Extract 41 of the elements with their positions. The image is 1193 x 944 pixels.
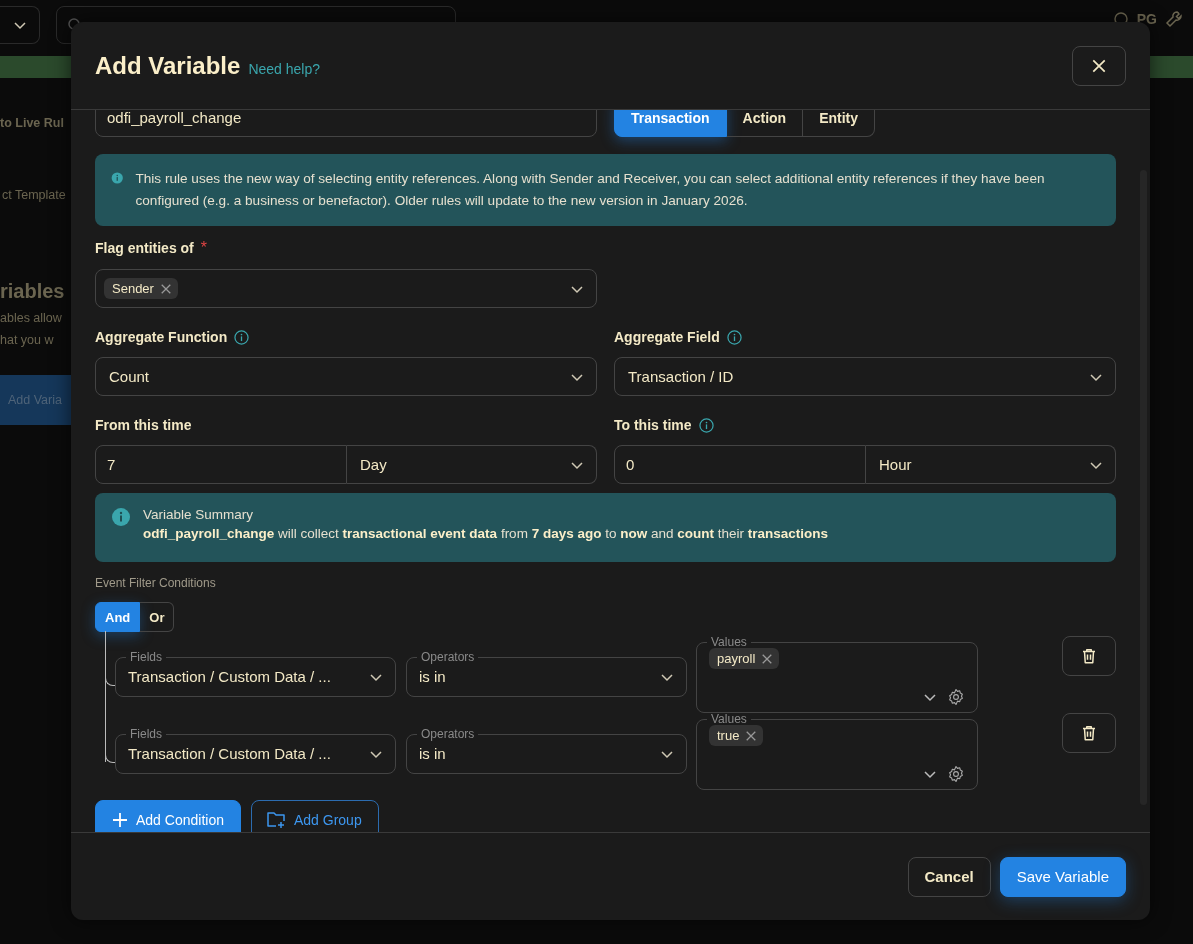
function-select[interactable]: Count: [95, 357, 597, 396]
values-field[interactable]: Values payroll: [696, 636, 978, 713]
field-select[interactable]: Transaction / ID: [614, 357, 1116, 396]
number-field[interactable]: 7: [95, 445, 347, 484]
save-button[interactable]: Save Variable: [999, 856, 1126, 897]
logic-toggle[interactable]: Or: [140, 602, 175, 632]
cancel-button[interactable]: Cancel: [907, 856, 991, 897]
unit-select[interactable]: Day: [347, 445, 597, 484]
fields-select[interactable]: Fields Transaction / Custom Data / ...: [115, 728, 396, 774]
description-text: ables allow: [0, 311, 63, 325]
field-label: From this time: [95, 417, 192, 433]
operator-select[interactable]: Operators is in: [406, 728, 687, 774]
type-tab[interactable]: Entity: [803, 110, 876, 137]
summary-title: Variable Summary: [143, 507, 255, 522]
add-group-button[interactable]: Add Group: [250, 800, 379, 832]
operator-select[interactable]: Operators is in: [406, 651, 687, 697]
required-mark: *: [200, 239, 208, 257]
section-label: Event Filter Conditions: [95, 576, 217, 590]
fields-select[interactable]: Fields Transaction / Custom Data / ...: [115, 651, 396, 697]
entity-chip[interactable]: Sender: [104, 278, 178, 299]
field-label: To this time: [614, 417, 692, 433]
add-condition-button[interactable]: Add Condition: [95, 800, 241, 832]
help-link[interactable]: Need help?: [248, 60, 320, 77]
values-field[interactable]: Values true: [696, 713, 978, 790]
logic-toggle[interactable]: And: [95, 602, 141, 632]
notice-text: This rule uses the new way of selecting entity references. Along with Sender and Receiver, you can select additional entity references if they have been configured (e.g. a business or benefactor). Older rules will update to the new version in January 2026.: [135, 170, 1046, 210]
field-label: Aggregate Function: [95, 329, 228, 345]
unit-select[interactable]: Hour: [866, 445, 1116, 484]
summary-text: odfi_payroll_change will collect transactional event data from 7 days ago to now and count their transactions: [143, 526, 828, 541]
description-text: hat you w: [0, 333, 55, 347]
field-label: Flag entities of: [95, 240, 194, 256]
type-tab[interactable]: Action: [726, 110, 804, 137]
field-label: Aggregate Field: [614, 329, 720, 345]
number-field[interactable]: 0: [614, 445, 866, 484]
value-chip[interactable]: true: [709, 725, 764, 746]
name-field[interactable]: odfi_payroll_change: [95, 110, 597, 137]
type-tab[interactable]: Transaction: [614, 110, 727, 137]
dialog-title: Add Variable: [95, 51, 241, 80]
entity-select[interactable]: Sender: [95, 269, 597, 308]
page-heading: riables: [0, 280, 66, 303]
value-chip[interactable]: payroll: [709, 648, 780, 669]
